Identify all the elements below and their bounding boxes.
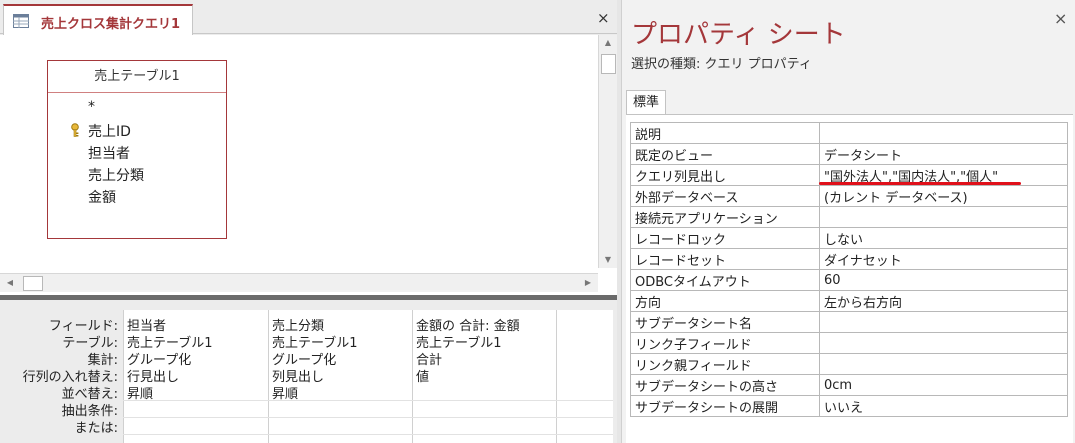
scroll-up-icon[interactable]: ▲ bbox=[599, 35, 617, 51]
property-name: 接続元アプリケーション bbox=[630, 206, 820, 228]
property-value[interactable]: (カレント データベース) bbox=[819, 185, 1068, 207]
table-field-list[interactable]: 売上テーブル1 * 売上ID 担当者 売上分類 金額 bbox=[47, 60, 227, 239]
property-table: 説明 既定のビュー データシート クエリ列見出し "国外法人","国内法人","個人… bbox=[630, 122, 1068, 417]
grid-row-divider bbox=[123, 417, 613, 418]
grid-cell[interactable]: 昇順 bbox=[127, 383, 153, 402]
property-name: リンク親フィールド bbox=[630, 353, 820, 375]
property-value[interactable] bbox=[819, 311, 1068, 333]
grid-row-label-or: または: bbox=[74, 421, 118, 436]
scroll-down-icon[interactable]: ▼ bbox=[599, 252, 617, 268]
vertical-scrollbar[interactable]: ▲ ▼ bbox=[598, 35, 617, 268]
property-name: 外部データベース bbox=[630, 185, 820, 207]
property-row[interactable]: リンク子フィールド bbox=[630, 332, 1068, 354]
grid-column-divider bbox=[412, 310, 413, 443]
highlight-underline bbox=[819, 182, 1021, 185]
property-name: サブデータシートの高さ bbox=[630, 374, 820, 396]
selection-type-label: 選択の種類: クエリ プロパティ bbox=[631, 57, 812, 72]
property-row[interactable]: 説明 bbox=[630, 122, 1068, 144]
property-value[interactable] bbox=[819, 332, 1068, 354]
scroll-right-icon[interactable]: ▶ bbox=[580, 274, 596, 292]
grid-column-divider bbox=[123, 310, 124, 443]
property-name: 説明 bbox=[630, 122, 820, 144]
property-name: 既定のビュー bbox=[630, 143, 820, 165]
table-design-area: 売上テーブル1 * 売上ID 担当者 売上分類 金額 ▲ ▼ ◀ ▶ bbox=[0, 35, 617, 295]
property-value[interactable]: 60 bbox=[819, 269, 1068, 291]
close-property-sheet-icon[interactable]: × bbox=[1054, 9, 1067, 28]
document-tab[interactable]: 売上クロス集計クエリ1 bbox=[3, 4, 193, 35]
property-name: サブデータシートの展開 bbox=[630, 395, 820, 417]
property-value[interactable] bbox=[819, 122, 1068, 144]
field-list-item[interactable]: 担当者 bbox=[88, 143, 130, 163]
primary-key-icon bbox=[71, 123, 79, 137]
property-value[interactable]: いいえ bbox=[819, 395, 1068, 417]
property-row[interactable]: サブデータシートの高さ 0cm bbox=[630, 374, 1068, 396]
property-row[interactable]: サブデータシートの展開 いいえ bbox=[630, 395, 1068, 417]
table-field-list-title: 売上テーブル1 bbox=[48, 61, 226, 93]
field-list-item[interactable]: 売上ID bbox=[88, 121, 131, 141]
property-name: クエリ列見出し bbox=[630, 164, 820, 186]
property-row[interactable]: 接続元アプリケーション bbox=[630, 206, 1068, 228]
property-value[interactable]: 左から右方向 bbox=[819, 290, 1068, 312]
document-tab-label: 売上クロス集計クエリ1 bbox=[41, 17, 181, 32]
vertical-scroll-thumb[interactable] bbox=[601, 54, 616, 74]
tab-standard[interactable]: 標準 bbox=[626, 90, 666, 115]
property-name: レコードセット bbox=[630, 248, 820, 270]
document-tab-strip: 売上クロス集計クエリ1 × bbox=[0, 0, 617, 35]
property-row[interactable]: 既定のビュー データシート bbox=[630, 143, 1068, 165]
scroll-left-icon[interactable]: ◀ bbox=[2, 274, 18, 292]
property-name: レコードロック bbox=[630, 227, 820, 249]
grid-row-divider bbox=[123, 434, 613, 435]
property-value[interactable]: しない bbox=[819, 227, 1068, 249]
query-design-grid[interactable]: 担当者 売上テーブル1 グループ化 行見出し 昇順 売上分類 売上テーブル1 グ… bbox=[123, 310, 613, 443]
field-list-item[interactable]: * bbox=[88, 99, 95, 115]
grid-row-divider bbox=[123, 400, 613, 401]
field-list-item[interactable]: 金額 bbox=[88, 187, 116, 207]
property-row[interactable]: リンク親フィールド bbox=[630, 353, 1068, 375]
property-row[interactable]: レコードロック しない bbox=[630, 227, 1068, 249]
query-icon bbox=[13, 14, 29, 28]
grid-cell[interactable]: 昇順 bbox=[272, 383, 298, 402]
property-name: 方向 bbox=[630, 290, 820, 312]
horizontal-scroll-thumb[interactable] bbox=[23, 276, 43, 291]
property-value[interactable]: ダイナセット bbox=[819, 248, 1068, 270]
property-row[interactable]: レコードセット ダイナセット bbox=[630, 248, 1068, 270]
field-list-item[interactable]: 売上分類 bbox=[88, 165, 144, 185]
property-list: 説明 既定のビュー データシート クエリ列見出し "国外法人","国内法人","個人… bbox=[626, 114, 1073, 443]
grid-column-divider bbox=[268, 310, 269, 443]
property-name: サブデータシート名 bbox=[630, 311, 820, 333]
property-sheet-title: プロパティ シート bbox=[631, 20, 846, 50]
property-row[interactable]: サブデータシート名 bbox=[630, 311, 1068, 333]
property-name: ODBCタイムアウト bbox=[630, 269, 820, 291]
property-name: リンク子フィールド bbox=[630, 332, 820, 354]
grid-cell[interactable]: 値 bbox=[416, 366, 429, 385]
property-row[interactable]: 方向 左から右方向 bbox=[630, 290, 1068, 312]
close-document-icon[interactable]: × bbox=[597, 9, 610, 27]
grid-column-divider bbox=[556, 310, 557, 443]
property-row[interactable]: ODBCタイムアウト 60 bbox=[630, 269, 1068, 291]
horizontal-scrollbar[interactable]: ◀ ▶ bbox=[0, 273, 598, 292]
property-value[interactable]: データシート bbox=[819, 143, 1068, 165]
property-sheet-pane: プロパティ シート × 選択の種類: クエリ プロパティ 標準 説明 既定のビュ… bbox=[621, 0, 1075, 443]
query-design-window: 売上クロス集計クエリ1 × 売上テーブル1 * 売上ID 担当者 売上分類 金額… bbox=[0, 0, 617, 443]
property-value[interactable] bbox=[819, 206, 1068, 228]
property-value[interactable] bbox=[819, 353, 1068, 375]
property-row[interactable]: 外部データベース (カレント データベース) bbox=[630, 185, 1068, 207]
query-design-grid-area: フィールド: テーブル: 集計: 行列の入れ替え: 並べ替え: 抽出条件: また… bbox=[0, 300, 617, 443]
property-value[interactable]: 0cm bbox=[819, 374, 1068, 396]
